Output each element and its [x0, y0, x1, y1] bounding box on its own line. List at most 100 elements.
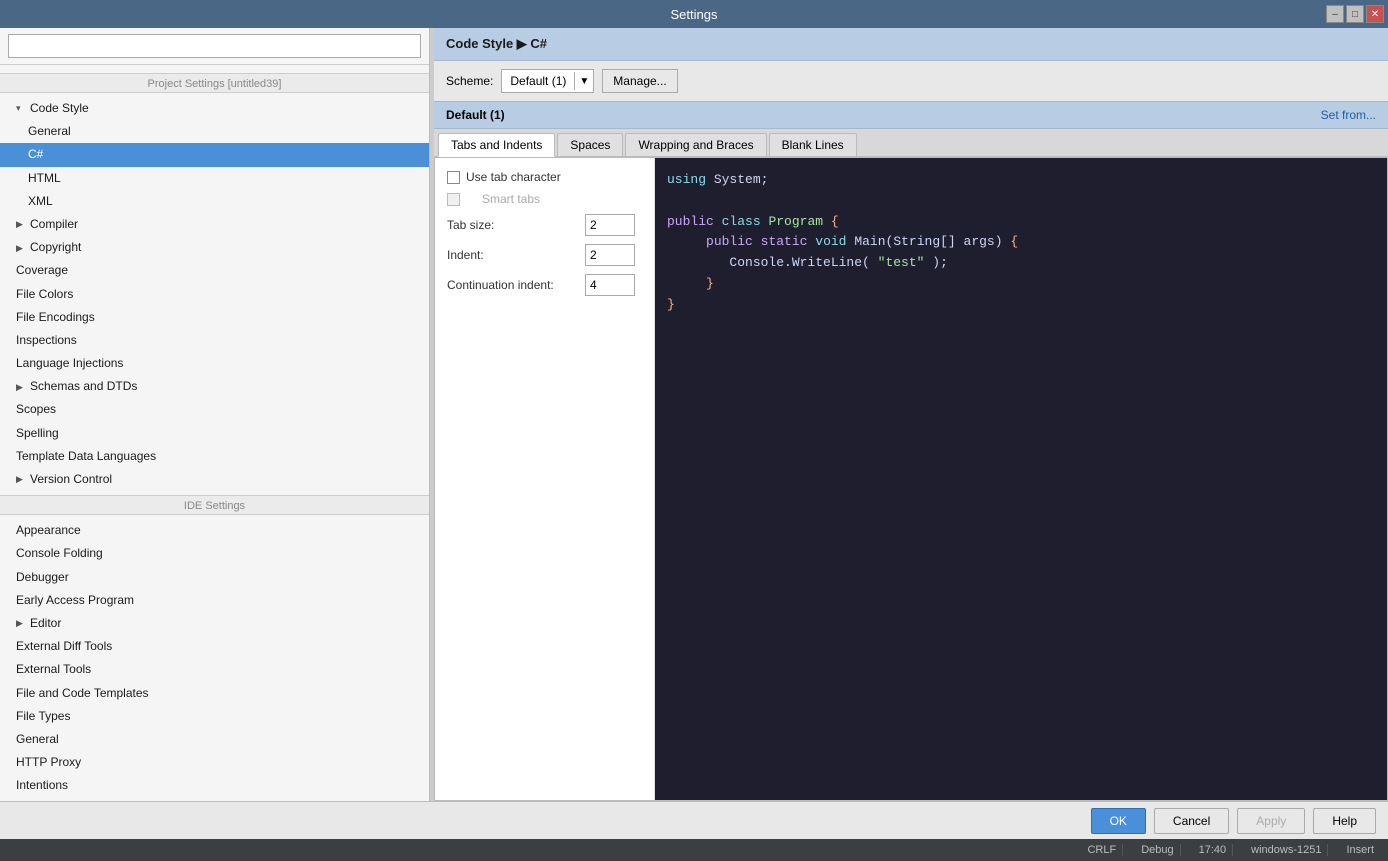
sidebar-item-code-style[interactable]: ▾ Code Style: [0, 97, 429, 120]
code-line-1: using System;: [667, 170, 1375, 191]
tab-wrapping-braces[interactable]: Wrapping and Braces: [625, 133, 766, 156]
status-crlf: CRLF: [1081, 844, 1123, 856]
window-controls: – □ ✕: [1326, 0, 1384, 28]
indent-row: Indent:: [447, 244, 642, 266]
continuation-indent-row: Continuation indent:: [447, 274, 642, 296]
maximize-button[interactable]: □: [1346, 5, 1364, 23]
sidebar-item-scopes[interactable]: Scopes: [0, 398, 429, 421]
status-debug: Debug: [1135, 844, 1180, 856]
arrow-icon: ▶: [16, 217, 26, 231]
sidebar-item-copyright[interactable]: ▶ Copyright: [0, 236, 429, 259]
continuation-indent-input[interactable]: [585, 274, 635, 296]
breadcrumb: Code Style ▶ C#: [446, 36, 547, 51]
status-insert: Insert: [1340, 844, 1380, 856]
sidebar-item-xml[interactable]: XML: [0, 190, 429, 213]
scheme-row: Scheme: Default (1) ▼ Manage...: [434, 61, 1388, 101]
tab-spaces[interactable]: Spaces: [557, 133, 623, 156]
tab-tabs-indents[interactable]: Tabs and Indents: [438, 133, 555, 157]
close-button[interactable]: ✕: [1366, 5, 1384, 23]
sidebar-item-schemas-dtds[interactable]: ▶ Schemas and DTDs: [0, 375, 429, 398]
main-content: Project Settings [untitled39] ▾ Code Sty…: [0, 28, 1388, 801]
tabs-row: Tabs and Indents Spaces Wrapping and Bra…: [434, 129, 1388, 157]
smart-tabs-label: Smart tabs: [466, 192, 540, 206]
code-line-7: }: [667, 295, 1375, 316]
tab-size-input[interactable]: [585, 214, 635, 236]
code-line-2: [667, 191, 1375, 212]
tab-blank-lines[interactable]: Blank Lines: [769, 133, 857, 156]
ok-button[interactable]: OK: [1091, 808, 1146, 834]
status-position: 17:40: [1193, 844, 1234, 856]
sidebar-item-html[interactable]: HTML: [0, 167, 429, 190]
sidebar-item-http-proxy[interactable]: HTTP Proxy: [0, 751, 429, 774]
content-area: Use tab character Smart tabs Tab size:: [434, 157, 1388, 801]
title-bar: Settings – □ ✕: [0, 0, 1388, 28]
arrow-icon: ▶: [16, 472, 26, 486]
sidebar-item-appearance[interactable]: Appearance: [0, 519, 429, 542]
indent-input[interactable]: [585, 244, 635, 266]
settings-window: Settings – □ ✕ Project Settings [untitle…: [0, 0, 1388, 861]
sidebar-item-language-injections[interactable]: Language Injections: [0, 352, 429, 375]
sidebar-item-template-data[interactable]: Template Data Languages: [0, 445, 429, 468]
use-tab-character-row: Use tab character: [447, 170, 642, 184]
scheme-select-value: Default (1): [502, 72, 575, 90]
sidebar-item-debugger[interactable]: Debugger: [0, 566, 429, 589]
sidebar-item-version-control[interactable]: ▶ Version Control: [0, 468, 429, 491]
minimize-button[interactable]: –: [1326, 5, 1344, 23]
code-preview: using System; public class Program {: [655, 158, 1387, 800]
status-encoding: windows-1251: [1245, 844, 1328, 856]
indent-label: Indent:: [447, 248, 577, 262]
chevron-down-icon[interactable]: ▼: [575, 76, 593, 87]
tab-size-row: Tab size:: [447, 214, 642, 236]
help-button[interactable]: Help: [1313, 808, 1376, 834]
sidebar-item-label: Compiler: [30, 215, 78, 234]
manage-button[interactable]: Manage...: [602, 69, 677, 93]
project-settings-header: Project Settings [untitled39]: [0, 73, 429, 93]
sidebar-item-general[interactable]: General: [0, 120, 429, 143]
set-from-link[interactable]: Set from...: [1321, 108, 1376, 122]
tree-container: Project Settings [untitled39] ▾ Code Sty…: [0, 65, 429, 801]
arrow-icon: ▶: [16, 380, 26, 394]
code-line-4: public static void Main(String[] args) {: [667, 232, 1375, 253]
status-bar: CRLF Debug 17:40 windows-1251 Insert: [0, 839, 1388, 861]
default-bar: Default (1) Set from...: [434, 101, 1388, 129]
use-tab-character-checkbox[interactable]: [447, 171, 460, 184]
sidebar-item-general2[interactable]: General: [0, 728, 429, 751]
cancel-button[interactable]: Cancel: [1154, 808, 1229, 834]
sidebar-item-ext-tools[interactable]: External Tools: [0, 658, 429, 681]
search-input[interactable]: [8, 34, 421, 58]
search-bar: [0, 28, 429, 65]
arrow-icon: ▶: [16, 241, 26, 255]
bottom-bar: OK Cancel Apply Help: [0, 801, 1388, 839]
code-line-3: public class Program {: [667, 212, 1375, 233]
window-title: Settings: [671, 7, 718, 22]
code-line-6: }: [667, 274, 1375, 295]
sidebar-item-spelling[interactable]: Spelling: [0, 422, 429, 445]
sidebar-item-console-folding[interactable]: Console Folding: [0, 542, 429, 565]
apply-button[interactable]: Apply: [1237, 808, 1305, 834]
sidebar-item-label: Code Style: [30, 99, 89, 118]
left-panel: Project Settings [untitled39] ▾ Code Sty…: [0, 28, 430, 801]
arrow-icon: ▾: [16, 101, 26, 115]
right-header: Code Style ▶ C#: [434, 28, 1388, 61]
sidebar-item-file-colors[interactable]: File Colors: [0, 283, 429, 306]
sidebar-item-file-types[interactable]: File Types: [0, 705, 429, 728]
sidebar-item-label: Version Control: [30, 470, 112, 489]
sidebar-item-label: Schemas and DTDs: [30, 377, 137, 396]
sidebar-item-csharp[interactable]: C#: [0, 143, 429, 166]
sidebar-item-file-code-templates[interactable]: File and Code Templates: [0, 682, 429, 705]
sidebar-item-coverage[interactable]: Coverage: [0, 259, 429, 282]
continuation-indent-label: Continuation indent:: [447, 278, 577, 292]
sidebar-item-early-access[interactable]: Early Access Program: [0, 589, 429, 612]
sidebar-item-compiler[interactable]: ▶ Compiler: [0, 213, 429, 236]
ide-settings-header: IDE Settings: [0, 495, 429, 515]
scheme-label: Scheme:: [446, 74, 493, 88]
sidebar-item-file-encodings[interactable]: File Encodings: [0, 306, 429, 329]
sidebar-item-ext-diff[interactable]: External Diff Tools: [0, 635, 429, 658]
sidebar-item-inspections[interactable]: Inspections: [0, 329, 429, 352]
sidebar-item-label: Copyright: [30, 238, 81, 257]
sidebar-item-editor[interactable]: ▶ Editor: [0, 612, 429, 635]
sidebar-item-label: Editor: [30, 614, 61, 633]
scheme-select[interactable]: Default (1) ▼: [501, 69, 594, 93]
smart-tabs-checkbox: [447, 193, 460, 206]
sidebar-item-intentions[interactable]: Intentions: [0, 774, 429, 797]
